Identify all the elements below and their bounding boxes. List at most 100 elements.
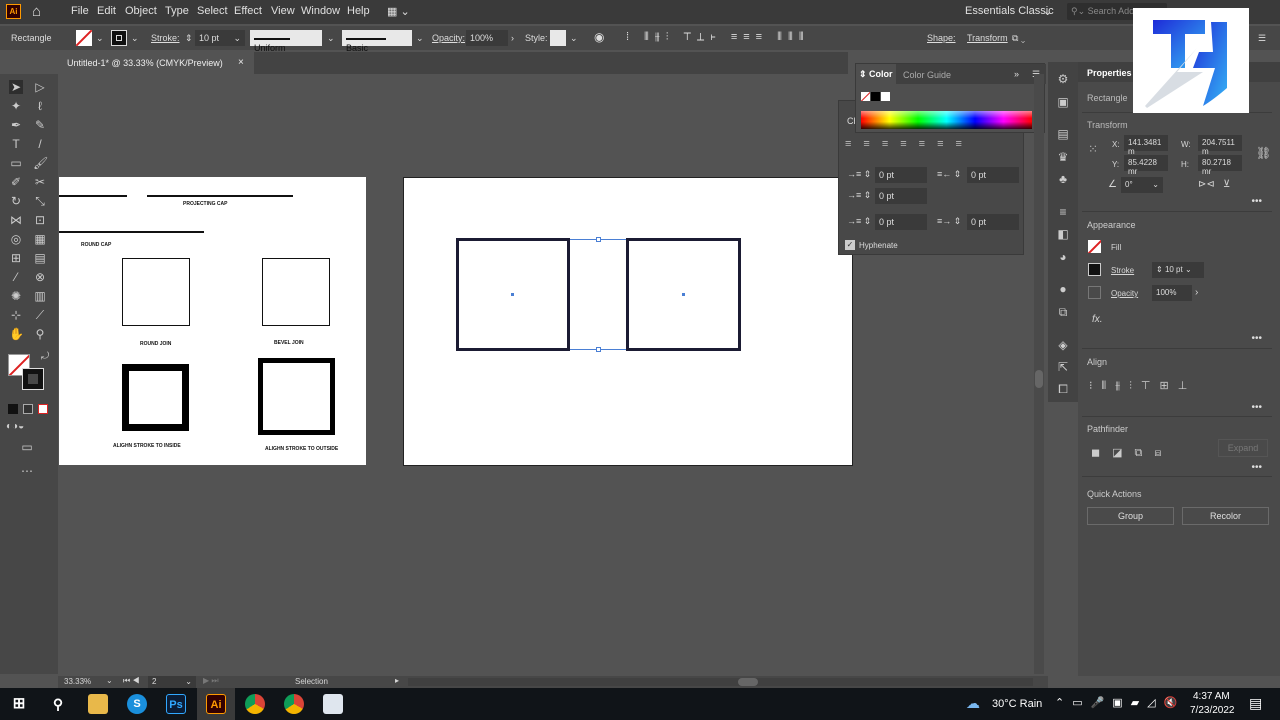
menu-object[interactable]: Object (125, 5, 157, 17)
hyphenate-checkbox[interactable]: ✓ (845, 240, 855, 250)
chevron-right-icon[interactable]: › (511, 33, 514, 43)
zoom-level[interactable]: 33.33% (64, 677, 91, 686)
zoom-tool-icon[interactable]: ⚲ (33, 327, 47, 341)
first-artboard-icon[interactable]: ⏮ ◀ (123, 676, 140, 686)
libraries-icon[interactable]: ▣ (1056, 95, 1070, 109)
y-input[interactable]: 85.4228 mr (1124, 155, 1168, 176)
more-options-icon[interactable]: ••• (1251, 462, 1262, 473)
arrange-documents-icon[interactable]: ▦ ⌄ (387, 5, 410, 18)
chevron-down-icon[interactable]: ⌄ (416, 33, 424, 44)
chevron-right-icon[interactable]: › (1195, 287, 1198, 298)
lasso-icon[interactable]: ℓ (33, 99, 47, 113)
layers-icon[interactable]: ◈ (1056, 338, 1070, 352)
x-input[interactable]: 141.3481 m (1124, 135, 1168, 156)
next-artboard-icon[interactable]: ▶ ⏭ (203, 676, 219, 686)
panel-menu-icon[interactable]: ☰ (1258, 33, 1266, 44)
flip-horizontal-icon[interactable]: ⊳⊲ (1198, 179, 1215, 190)
pen-tool-icon[interactable]: ✒ (9, 118, 23, 132)
windows-start-icon[interactable]: ⊞ (9, 694, 29, 714)
gradient-panel-icon[interactable]: ◧ (1056, 227, 1070, 241)
more-options-icon[interactable]: ••• (1251, 333, 1262, 344)
none-mode-icon[interactable] (38, 404, 48, 414)
pathfinder-buttons[interactable]: ◼◪⧉⧈ (1091, 446, 1173, 460)
direct-selection-tool-icon[interactable]: ▷ (33, 80, 47, 94)
brushes-icon[interactable]: ♛ (1056, 150, 1070, 164)
color-mode-icon[interactable] (8, 404, 18, 414)
menu-edit[interactable]: Edit (97, 5, 116, 17)
notifications-icon[interactable]: ▤ (1249, 695, 1262, 712)
color-spectrum[interactable] (861, 111, 1032, 129)
chevron-down-icon[interactable]: ⌄ (96, 33, 104, 44)
status-menu-icon[interactable]: ▸ (395, 676, 399, 685)
rectangle-shape[interactable] (626, 238, 741, 351)
height-input[interactable]: 80.2718 mr (1198, 155, 1242, 176)
close-tab-icon[interactable]: × (238, 57, 244, 68)
workspace-switcher[interactable]: Essentials Classic (965, 5, 1054, 17)
style-swatch[interactable] (550, 30, 566, 46)
stroke-swatch[interactable] (111, 30, 127, 46)
stroke-label[interactable]: Stroke: (151, 33, 180, 43)
menu-help[interactable]: Help (347, 5, 370, 17)
menu-window[interactable]: Window (301, 5, 340, 17)
menu-view[interactable]: View (271, 5, 295, 17)
scissors-icon[interactable]: ✂ (33, 175, 47, 189)
stroke-weight-input[interactable]: 10 pt ⌄ (195, 30, 245, 46)
align-icons[interactable]: ⁞ ⫴⫵⫶ ⊤⊥⊦ ≡≡≡ ⦀⦀⦀ (626, 31, 810, 44)
rotate-tool-icon[interactable]: ↻ (9, 194, 23, 208)
eyedropper-icon[interactable]: ⁄ (9, 270, 23, 284)
home-icon[interactable]: ⌂ (32, 3, 41, 20)
fx-icon[interactable]: fx. (1092, 314, 1103, 325)
fill-swatch[interactable] (76, 30, 92, 46)
hand-tool-icon[interactable]: ✋ (9, 327, 24, 341)
more-options-icon[interactable]: ••• (1251, 402, 1262, 413)
current-tool-status[interactable]: Selection (295, 677, 328, 686)
weather-text[interactable]: 30°C Rain (992, 698, 1042, 710)
selection-tool-icon[interactable]: ➤ (9, 80, 23, 94)
first-line-indent-input[interactable]: 0 pt (875, 188, 927, 204)
stroke-panel-icon[interactable]: ≡ (1056, 205, 1070, 219)
align-buttons[interactable]: ⁝⫴⫵⫶⊤⊞⊥ (1089, 379, 1196, 393)
chevron-down-icon[interactable]: ⌄ (131, 33, 139, 44)
graphic-styles-icon[interactable]: ⧉ (1056, 305, 1070, 319)
recolor-artwork-icon[interactable]: ◉ (594, 30, 604, 44)
shape-builder-icon[interactable]: ◎ (9, 232, 23, 246)
artboard-main[interactable] (403, 177, 853, 466)
isolate-icon[interactable]: ⧉ ⌄ (1012, 33, 1025, 44)
constrain-proportions-icon[interactable]: ⛓ (1256, 146, 1271, 160)
shape-label[interactable]: Shape: (927, 33, 956, 43)
magic-wand-icon[interactable]: ✦ (9, 99, 23, 113)
reference-point-icon[interactable]: ⁙ (1088, 142, 1098, 156)
line-tool-icon[interactable]: / (33, 137, 47, 151)
clock-date[interactable]: 7/23/2022 (1190, 705, 1235, 716)
draw-mode-icon[interactable]: ◐◑◒ (6, 420, 24, 434)
menu-effect[interactable]: Effect (234, 5, 262, 17)
photoshop-icon[interactable]: Ps (166, 694, 186, 714)
fill-swatch[interactable] (1088, 240, 1101, 253)
right-indent-input[interactable]: 0 pt (967, 167, 1019, 183)
chrome-icon[interactable] (245, 694, 265, 714)
graph-tool-icon[interactable]: ▥ (33, 289, 47, 303)
weather-icon[interactable]: ☁ (966, 695, 980, 712)
opacity-label[interactable]: Opacity: (432, 33, 465, 43)
variable-width-profile[interactable]: Uniform (250, 30, 322, 53)
system-tray-icons[interactable]: ⌃▭🎤▣▰◿🔇 (1055, 696, 1185, 709)
scale-tool-icon[interactable]: ⤡ (33, 194, 47, 208)
stroke-color-swatch[interactable] (22, 368, 44, 390)
opacity-label[interactable]: Opacity (1111, 289, 1138, 298)
menu-type[interactable]: Type (165, 5, 189, 17)
width-tool-icon[interactable]: ⋈ (9, 213, 23, 227)
gradient-mode-icon[interactable] (23, 404, 33, 414)
rectangle-shape[interactable] (456, 238, 570, 351)
artboard-number-input[interactable]: 2 ⌄ (148, 676, 196, 688)
blend-tool-icon[interactable]: ⊗ (33, 270, 47, 284)
remote-desktop-icon[interactable] (323, 694, 343, 714)
stepper-icon[interactable]: ⇕ (185, 33, 193, 44)
illustrator-taskbar-button[interactable]: Ai (197, 688, 235, 720)
slice-tool-icon[interactable]: ⟋ (33, 308, 47, 322)
edit-toolbar-icon[interactable]: ⋯ (20, 464, 34, 478)
flip-vertical-icon[interactable]: ⊻ (1223, 179, 1230, 190)
expand-button[interactable]: Expand (1218, 439, 1268, 457)
chevron-down-icon[interactable]: ⌄ (570, 33, 578, 44)
clock-time[interactable]: 4:37 AM (1193, 691, 1230, 702)
perspective-grid-icon[interactable]: ▦ (33, 232, 47, 246)
